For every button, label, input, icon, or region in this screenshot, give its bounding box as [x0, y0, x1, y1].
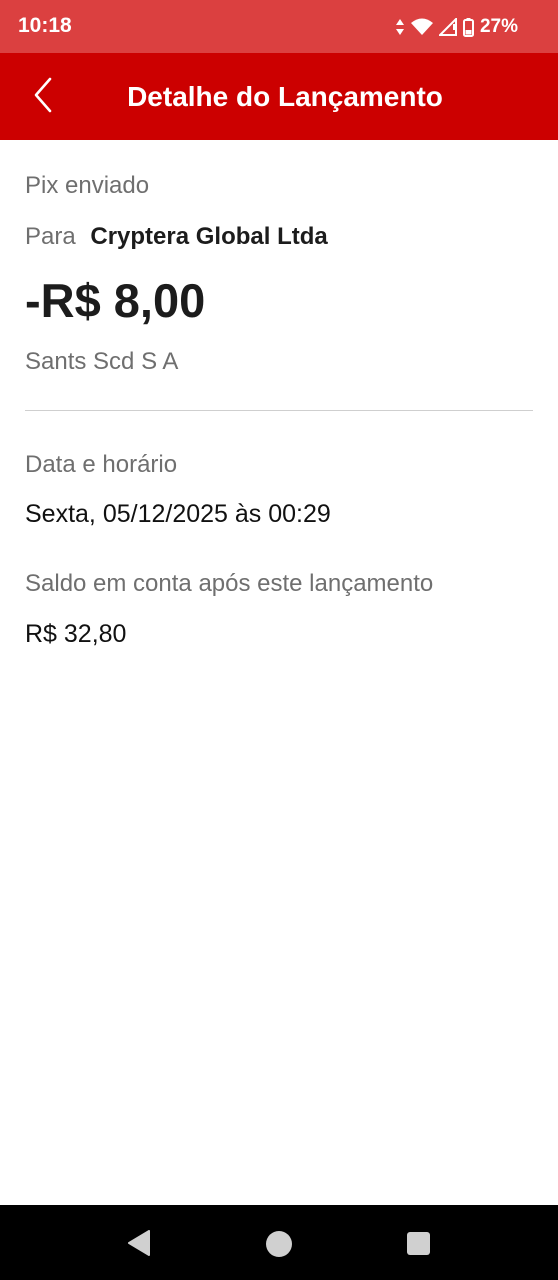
recipient-institution: Sants Scd S A	[25, 348, 179, 375]
status-icons: 27%	[395, 13, 518, 41]
home-circle-icon	[266, 1231, 292, 1257]
nav-recents-button[interactable]	[406, 1231, 431, 1261]
recipient-row: Para Cryptera Global Ltda	[25, 223, 328, 251]
wifi-icon	[410, 18, 433, 36]
battery-percentage: 27%	[479, 16, 518, 37]
app-header: Detalhe do Lançamento	[0, 53, 558, 140]
balance-label: Saldo em conta após este lançamento	[25, 570, 434, 597]
back-triangle-icon	[128, 1230, 150, 1256]
divider	[25, 410, 533, 411]
recents-square-icon	[407, 1232, 430, 1255]
recipient-prefix: Para	[25, 223, 76, 250]
page-title: Detalhe do Lançamento	[127, 81, 443, 112]
battery-icon	[462, 17, 474, 37]
recipient-name: Cryptera Global Ltda	[90, 223, 328, 250]
transaction-amount: -R$ 8,00	[25, 274, 206, 327]
balance-value: R$ 32,80	[25, 620, 127, 648]
date-label: Data e horário	[25, 451, 178, 478]
nav-home-button[interactable]	[265, 1230, 293, 1263]
transaction-type: Pix enviado	[25, 172, 150, 199]
status-bar: 10:18 27%	[0, 0, 558, 53]
nav-back-button[interactable]	[126, 1230, 152, 1261]
signal-icon	[438, 18, 457, 36]
data-arrows-icon	[395, 19, 405, 35]
status-time: 10:18	[18, 14, 72, 37]
navigation-bar	[0, 1205, 558, 1280]
date-value: Sexta, 05/12/2025 às 00:29	[25, 500, 331, 528]
